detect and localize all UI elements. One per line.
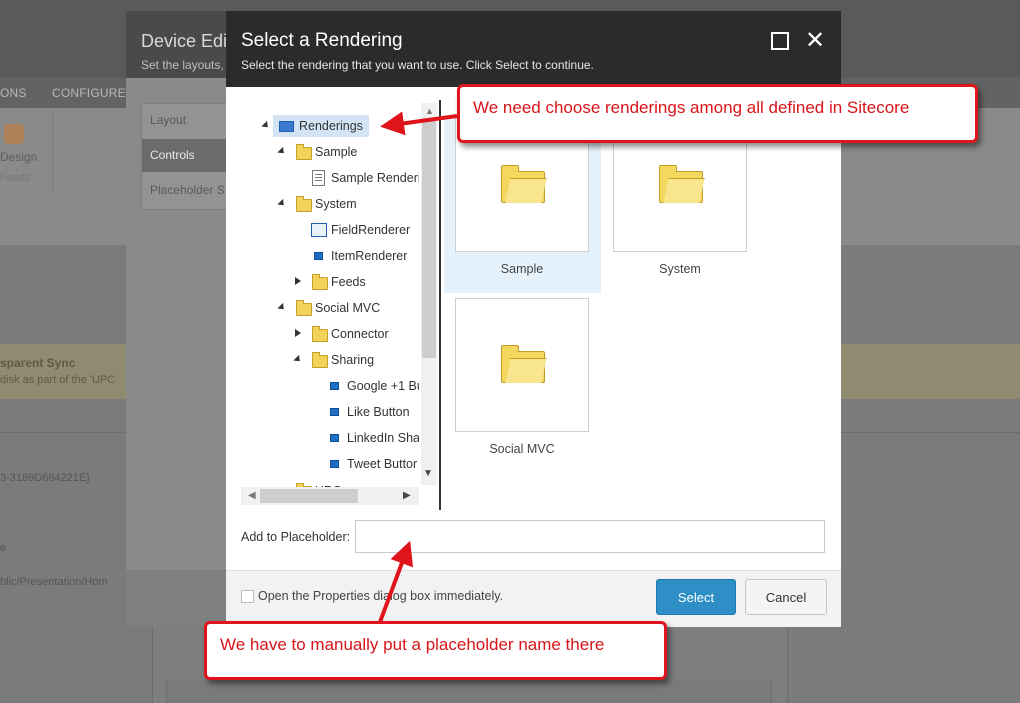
annotation-callout-top: We need choose renderings among all defi…	[457, 84, 978, 143]
annotation-callout-bottom: We have to manually put a placeholder na…	[204, 621, 667, 680]
annotation-arrow-bottom	[378, 540, 414, 623]
annotation-arrow-top	[380, 111, 458, 136]
